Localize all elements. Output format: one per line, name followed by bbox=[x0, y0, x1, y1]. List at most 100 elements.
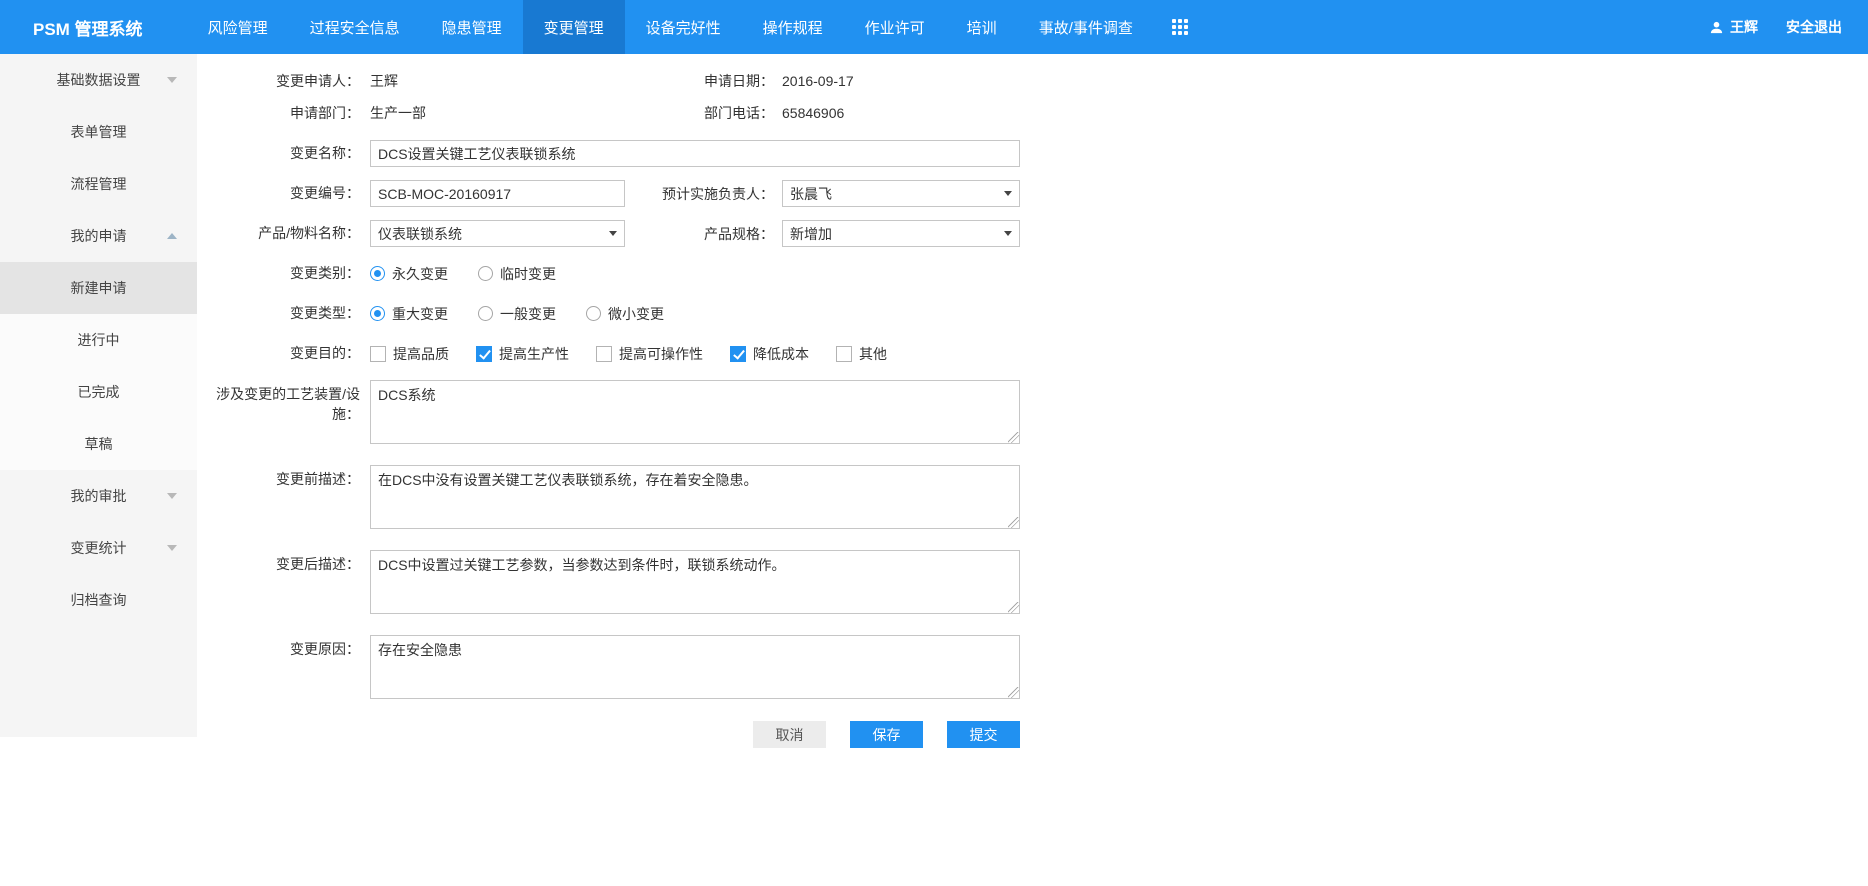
change-name-row: 变更名称： bbox=[197, 140, 1868, 167]
facility-textarea[interactable]: DCS系统 bbox=[370, 380, 1020, 444]
apps-grid-icon[interactable] bbox=[1154, 0, 1206, 54]
change-name-label: 变更名称： bbox=[197, 140, 360, 167]
checkbox-label: 降低成本 bbox=[753, 344, 809, 364]
spec-select[interactable]: 新增加 bbox=[782, 220, 1020, 247]
logout-button[interactable]: 安全退出 bbox=[1786, 17, 1842, 37]
apply-date-label: 申请日期： bbox=[625, 68, 782, 95]
sidebar-item-label: 我的审批 bbox=[71, 486, 127, 506]
nav-item-change-management[interactable]: 变更管理 bbox=[523, 0, 625, 54]
facility-row: 涉及变更的工艺装置/设施： DCS系统 bbox=[197, 380, 1868, 444]
cancel-button[interactable]: 取消 bbox=[753, 721, 826, 748]
person-icon bbox=[1709, 20, 1724, 35]
spec-label: 产品规格： bbox=[625, 224, 782, 244]
nav-item-risk[interactable]: 风险管理 bbox=[187, 0, 289, 54]
checkbox-label: 其他 bbox=[859, 344, 887, 364]
radio-label: 永久变更 bbox=[392, 264, 448, 284]
sidebar-item-basic-data-settings[interactable]: 基础数据设置 bbox=[0, 54, 197, 106]
grid-dots-icon bbox=[1172, 19, 1188, 35]
radio-icon bbox=[586, 306, 601, 321]
sidebar-item-label: 草稿 bbox=[85, 434, 113, 454]
after-desc-label: 变更后描述： bbox=[197, 550, 360, 614]
owner-selected-value: 张晨飞 bbox=[790, 184, 832, 204]
before-desc-textarea[interactable]: 在DCS中没有设置关键工艺仪表联锁系统，存在着安全隐患。 bbox=[370, 465, 1020, 529]
sidebar-item-label: 新建申请 bbox=[71, 278, 127, 298]
radio-label: 重大变更 bbox=[392, 304, 448, 324]
radio-general-change[interactable]: 一般变更 bbox=[478, 304, 556, 324]
change-no-input[interactable] bbox=[370, 180, 625, 207]
after-desc-textarea[interactable]: DCS中设置过关键工艺参数，当参数达到条件时，联锁系统动作。 bbox=[370, 550, 1020, 614]
submit-button[interactable]: 提交 bbox=[947, 721, 1020, 748]
sidebar-item-my-approvals[interactable]: 我的审批 bbox=[0, 470, 197, 522]
chevron-up-icon bbox=[167, 233, 177, 239]
checkbox-improve-productivity[interactable]: 提高生产性 bbox=[476, 344, 569, 364]
checkbox-icon bbox=[730, 346, 746, 362]
applicant-value: 王辉 bbox=[370, 68, 625, 95]
department-value: 生产一部 bbox=[370, 100, 625, 127]
sidebar-item-label: 我的申请 bbox=[71, 226, 127, 246]
department-row: 申请部门： 生产一部 部门电话： 65846906 bbox=[197, 100, 1868, 127]
checkbox-reduce-cost[interactable]: 降低成本 bbox=[730, 344, 809, 364]
change-purpose-row: 变更目的： 提高品质 提高生产性 提高可操作性 降低成本 bbox=[197, 340, 1868, 367]
sidebar-item-label: 基础数据设置 bbox=[57, 70, 141, 90]
sidebar-item-label: 流程管理 bbox=[71, 174, 127, 194]
chevron-down-icon bbox=[167, 493, 177, 499]
change-no-row: 变更编号： 预计实施负责人： 张晨飞 bbox=[197, 180, 1868, 207]
nav-label: 事故/事件调查 bbox=[1039, 17, 1133, 38]
sidebar-item-change-statistics[interactable]: 变更统计 bbox=[0, 522, 197, 574]
owner-select[interactable]: 张晨飞 bbox=[782, 180, 1020, 207]
sidebar-item-my-applications[interactable]: 我的申请 bbox=[0, 210, 197, 262]
spec-selected-value: 新增加 bbox=[790, 224, 832, 244]
radio-minor-change[interactable]: 微小变更 bbox=[586, 304, 664, 324]
nav-item-work-permit[interactable]: 作业许可 bbox=[844, 0, 946, 54]
product-label: 产品/物料名称： bbox=[197, 220, 360, 247]
checkbox-label: 提高品质 bbox=[393, 344, 449, 364]
radio-icon bbox=[370, 306, 385, 321]
nav-item-hazard[interactable]: 隐患管理 bbox=[421, 0, 523, 54]
before-desc-row: 变更前描述： 在DCS中没有设置关键工艺仪表联锁系统，存在着安全隐患。 bbox=[197, 465, 1868, 529]
nav-label: 风险管理 bbox=[208, 17, 268, 38]
nav-label: 设备完好性 bbox=[646, 17, 721, 38]
product-select[interactable]: 仪表联锁系统 bbox=[370, 220, 625, 247]
nav-item-equipment-integrity[interactable]: 设备完好性 bbox=[625, 0, 742, 54]
nav-item-training[interactable]: 培训 bbox=[946, 0, 1018, 54]
sidebar-item-label: 归档查询 bbox=[71, 590, 127, 610]
sidebar: 基础数据设置 表单管理 流程管理 我的申请 新建申请 进行中 已完成 草稿 我的… bbox=[0, 54, 197, 737]
radio-major-change[interactable]: 重大变更 bbox=[370, 304, 448, 324]
change-category-label: 变更类别： bbox=[197, 260, 360, 287]
sidebar-item-in-progress[interactable]: 进行中 bbox=[0, 314, 197, 366]
nav-item-operating-procedures[interactable]: 操作规程 bbox=[742, 0, 844, 54]
checkbox-other[interactable]: 其他 bbox=[836, 344, 887, 364]
checkbox-improve-operability[interactable]: 提高可操作性 bbox=[596, 344, 703, 364]
sidebar-item-label: 已完成 bbox=[78, 382, 120, 402]
change-no-label: 变更编号： bbox=[197, 180, 360, 207]
sidebar-item-label: 表单管理 bbox=[71, 122, 127, 142]
sidebar-item-new-application[interactable]: 新建申请 bbox=[0, 262, 197, 314]
nav-label: 操作规程 bbox=[763, 17, 823, 38]
product-row: 产品/物料名称： 仪表联锁系统 产品规格： 新增加 bbox=[197, 220, 1868, 247]
header-right: 王辉 安全退出 bbox=[1709, 0, 1868, 54]
user-name: 王辉 bbox=[1730, 17, 1758, 37]
reason-label: 变更原因： bbox=[197, 635, 360, 699]
radio-temporary-change[interactable]: 临时变更 bbox=[478, 264, 556, 284]
change-name-input[interactable] bbox=[370, 140, 1020, 167]
sidebar-item-form-management[interactable]: 表单管理 bbox=[0, 106, 197, 158]
nav-item-incident-investigation[interactable]: 事故/事件调查 bbox=[1018, 0, 1154, 54]
form-actions: 取消 保存 提交 bbox=[370, 721, 1020, 748]
radio-permanent-change[interactable]: 永久变更 bbox=[370, 264, 448, 284]
app-brand[interactable]: PSM 管理系统 bbox=[0, 0, 187, 54]
change-purpose-label: 变更目的： bbox=[197, 340, 360, 367]
save-button[interactable]: 保存 bbox=[850, 721, 923, 748]
reason-textarea[interactable]: 存在安全隐患 bbox=[370, 635, 1020, 699]
sidebar-item-completed[interactable]: 已完成 bbox=[0, 366, 197, 418]
current-user[interactable]: 王辉 bbox=[1709, 17, 1758, 37]
sidebar-item-archive-query[interactable]: 归档查询 bbox=[0, 574, 197, 626]
nav-item-process-safety-info[interactable]: 过程安全信息 bbox=[289, 0, 421, 54]
dropdown-caret-icon bbox=[609, 231, 617, 236]
checkbox-improve-quality[interactable]: 提高品质 bbox=[370, 344, 449, 364]
checkbox-label: 提高可操作性 bbox=[619, 344, 703, 364]
sidebar-item-drafts[interactable]: 草稿 bbox=[0, 418, 197, 470]
checkbox-icon bbox=[836, 346, 852, 362]
nav-label: 变更管理 bbox=[544, 17, 604, 38]
product-selected-value: 仪表联锁系统 bbox=[378, 224, 462, 244]
sidebar-item-workflow-management[interactable]: 流程管理 bbox=[0, 158, 197, 210]
